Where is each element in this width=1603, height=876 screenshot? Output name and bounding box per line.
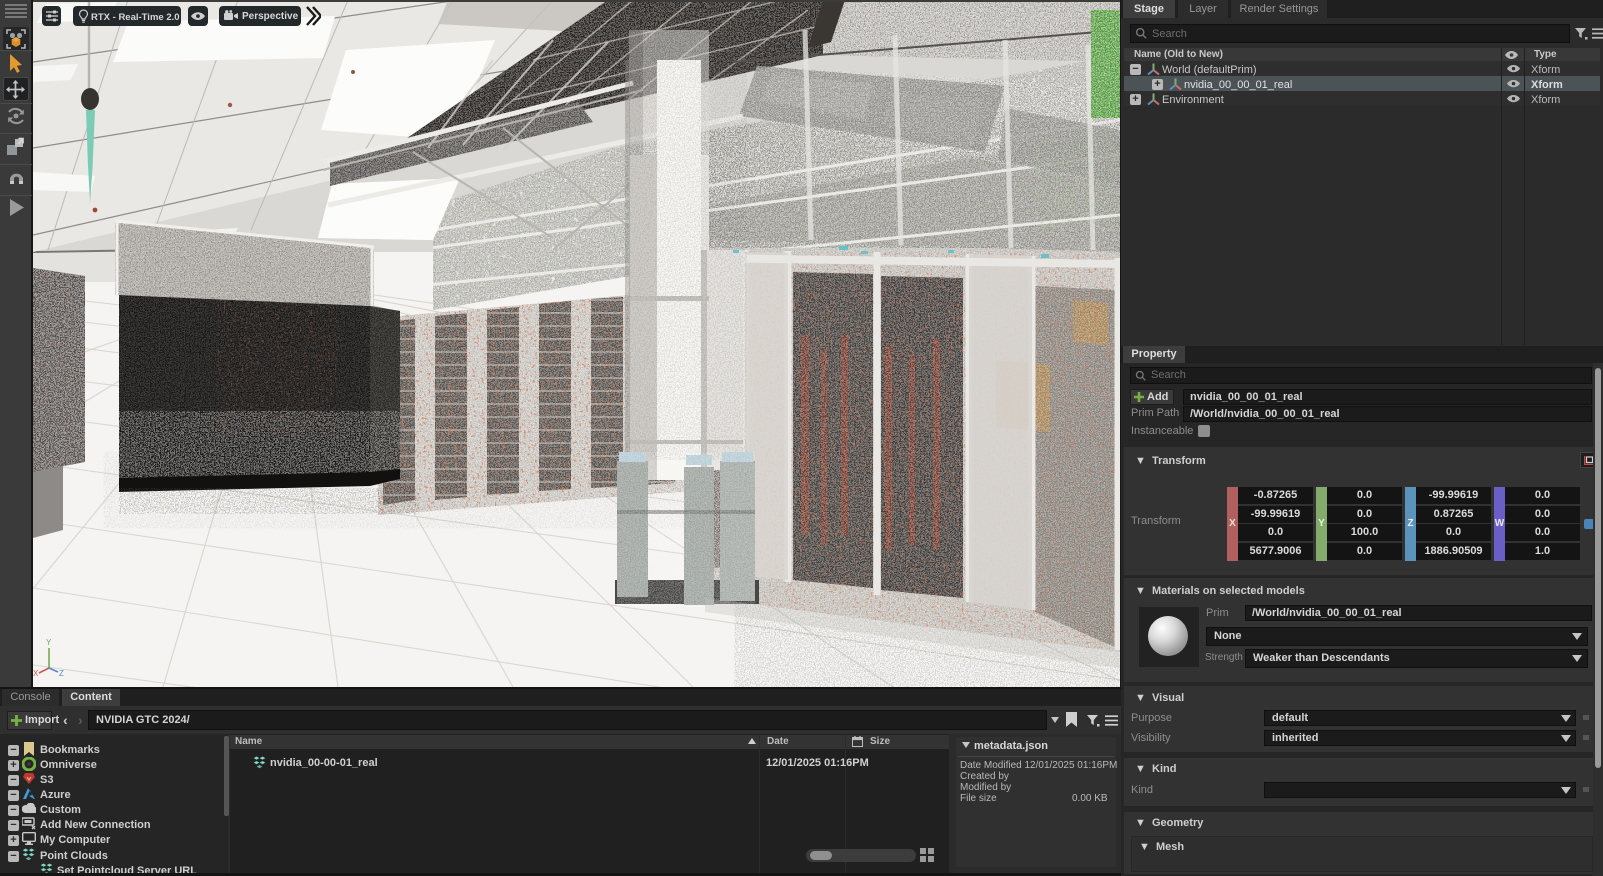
svg-text:Y: Y	[46, 638, 52, 647]
svg-text:Z: Z	[59, 669, 64, 678]
svg-text:X: X	[33, 669, 39, 678]
